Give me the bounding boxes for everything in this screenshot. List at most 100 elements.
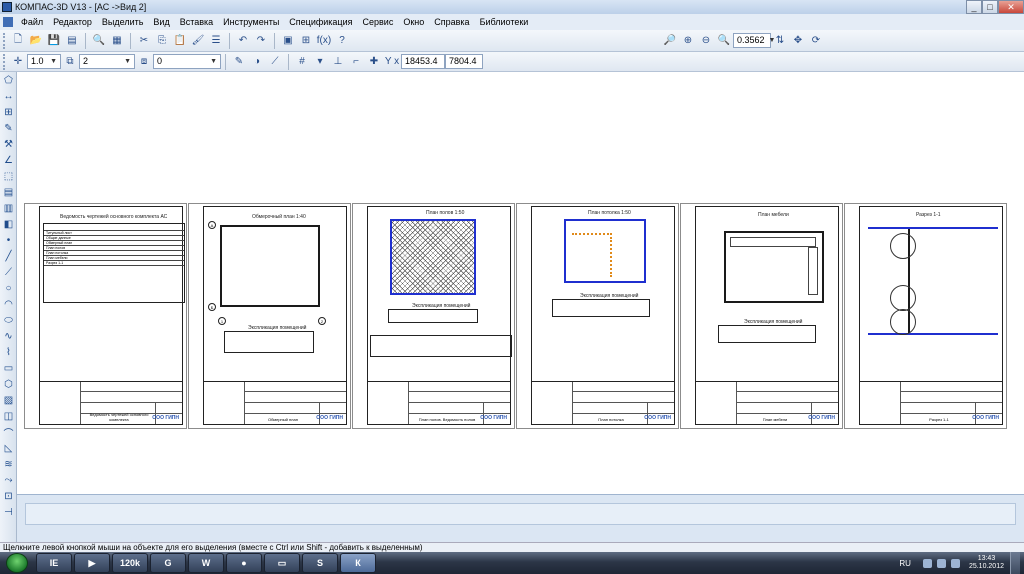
trim-icon[interactable]: ⊣ — [2, 506, 15, 519]
spline-icon[interactable]: ∿ — [2, 330, 15, 343]
menu-tools[interactable]: Инструменты — [218, 17, 284, 27]
context-help-icon[interactable]: ? — [334, 33, 350, 49]
maximize-button[interactable]: □ — [982, 0, 998, 14]
sheet-3[interactable]: План полов 1:50 Экспликация помещений Пл… — [352, 203, 515, 429]
open-icon[interactable]: 📂 — [28, 33, 44, 49]
ellipse-icon[interactable]: ⬭ — [2, 314, 15, 327]
break-icon[interactable]: ⤳ — [2, 474, 15, 487]
taskbar-app-120k[interactable]: 120k — [112, 553, 148, 573]
hammer-icon[interactable]: ⚒ — [2, 138, 15, 151]
snap-settings-icon[interactable]: ⟋ — [267, 54, 283, 70]
menu-service[interactable]: Сервис — [358, 17, 399, 27]
coord-x-field[interactable]: 18453.4 — [401, 54, 445, 69]
local-cs-icon[interactable]: ⊥ — [330, 54, 346, 70]
layer-field[interactable]: 2 ▼ — [79, 54, 135, 69]
taskbar-media-player[interactable]: ▶ — [74, 553, 110, 573]
arc-icon[interactable]: ◠ — [2, 298, 15, 311]
taskbar-chrome[interactable]: G — [150, 553, 186, 573]
show-desktop-button[interactable] — [1010, 552, 1020, 574]
toolbar-grip[interactable] — [3, 53, 6, 70]
menu-file[interactable]: Файл — [16, 17, 48, 27]
grid-icon[interactable]: # — [294, 54, 310, 70]
line-icon[interactable]: ╱ — [2, 250, 15, 263]
taskbar-word[interactable]: W — [188, 553, 224, 573]
zoom-window-icon[interactable]: 🔎 — [662, 33, 678, 49]
new-document-icon[interactable]: 🗋 — [10, 33, 26, 49]
menu-insert[interactable]: Вставка — [175, 17, 218, 27]
ortho-icon[interactable]: ⌐ — [348, 54, 364, 70]
zoom-scale-field[interactable]: 0.3562 ▼ — [733, 33, 775, 48]
spec-icon[interactable]: ▤ — [2, 186, 15, 199]
minimize-button[interactable]: _ — [966, 0, 982, 14]
reports-icon[interactable]: ▥ — [2, 202, 15, 215]
sheet-1[interactable]: Ведомость чертежей основного комплекта А… — [24, 203, 187, 429]
print-icon[interactable]: ▦ — [109, 33, 125, 49]
sheet-6[interactable]: Разрез 1-1 Разрез 1-1 ООО ГИПН — [844, 203, 1007, 429]
chamfer-icon[interactable]: ◺ — [2, 442, 15, 455]
chevron-down-icon[interactable]: ▼ — [124, 55, 131, 68]
taskbar-explorer[interactable]: ▭ — [264, 553, 300, 573]
pencil-icon[interactable]: ✎ — [231, 54, 247, 70]
point-icon[interactable]: • — [2, 234, 15, 247]
dropdown-arrow-icon[interactable]: ▾ — [312, 54, 328, 70]
fillet-icon[interactable]: ⌒ — [2, 426, 15, 440]
segment-icon[interactable]: ⟋ — [2, 266, 15, 279]
manager-icon[interactable]: ▣ — [280, 33, 296, 49]
round-icon[interactable]: ✚ — [366, 54, 382, 70]
zoom-out-icon[interactable]: ⊖ — [698, 33, 714, 49]
redo-icon[interactable]: ↷ — [253, 33, 269, 49]
menu-specification[interactable]: Спецификация — [284, 17, 357, 27]
polyline-icon[interactable]: ⌇ — [2, 346, 15, 359]
dimensions-icon[interactable]: ↔ — [2, 90, 15, 103]
edit-icon[interactable]: ✎ — [2, 122, 15, 135]
equidistant-icon[interactable]: ≋ — [2, 458, 15, 471]
menu-window[interactable]: Окно — [398, 17, 429, 27]
undo-icon[interactable]: ↶ — [235, 33, 251, 49]
variables-icon[interactable]: ⊞ — [298, 33, 314, 49]
tray-volume-icon[interactable] — [950, 558, 960, 568]
geometry-icon[interactable]: ⬠ — [2, 74, 15, 87]
style-icon[interactable]: ⧈ — [136, 54, 152, 70]
save-icon[interactable]: 💾 — [46, 33, 62, 49]
language-indicator[interactable]: RU — [899, 559, 911, 568]
menu-libraries[interactable]: Библиотеки — [475, 17, 534, 27]
document-icon[interactable] — [3, 17, 13, 27]
zoom-stepper-icon[interactable]: ⇅ — [772, 33, 788, 49]
contour-icon[interactable]: ◫ — [2, 410, 15, 423]
rectangle-icon[interactable]: ▭ — [2, 362, 15, 375]
circle-icon[interactable]: ○ — [2, 282, 15, 295]
coord-y-field[interactable]: 7804.4 — [445, 54, 483, 69]
sheet-5[interactable]: План мебели Экспликация помещений План м… — [680, 203, 843, 429]
refresh-icon[interactable]: ⟳ — [808, 33, 824, 49]
print-preview-icon[interactable]: 🔍 — [91, 33, 107, 49]
symbols-icon[interactable]: ⊞ — [2, 106, 15, 119]
tray-flag-icon[interactable] — [922, 558, 932, 568]
menu-view[interactable]: Вид — [148, 17, 174, 27]
taskbar-skype[interactable]: S — [302, 553, 338, 573]
properties-panel-content[interactable] — [25, 503, 1016, 525]
properties-icon[interactable]: ☰ — [208, 33, 224, 49]
magnet-snap-icon[interactable]: ◑ — [249, 54, 265, 70]
style-field[interactable]: 0 ▼ — [153, 54, 221, 69]
taskbar-ie[interactable]: IE — [36, 553, 72, 573]
close-button[interactable]: ✕ — [998, 0, 1024, 14]
cut-icon[interactable]: ✂ — [136, 33, 152, 49]
polygon-icon[interactable]: ⬡ — [2, 378, 15, 391]
sheet-4[interactable]: План потолка 1:50 Экспликация помещений … — [516, 203, 679, 429]
formula-icon[interactable]: f(x) — [316, 33, 332, 49]
toolbar-grip[interactable] — [3, 32, 6, 49]
measure-icon[interactable]: ∠ — [2, 154, 15, 167]
menu-help[interactable]: Справка — [429, 17, 474, 27]
menu-select[interactable]: Выделить — [97, 17, 149, 27]
chevron-down-icon[interactable]: ▼ — [50, 55, 57, 68]
start-button[interactable] — [6, 553, 28, 573]
hatch-icon[interactable]: ▨ — [2, 394, 15, 407]
menu-editor[interactable]: Редактор — [48, 17, 97, 27]
tray-network-icon[interactable] — [936, 558, 946, 568]
select-icon[interactable]: ⬚ — [2, 170, 15, 183]
taskbar-kompas[interactable]: К — [340, 553, 376, 573]
sheet-2[interactable]: Обмерочный план 1:40 А Б 1 2 Экспликация… — [188, 203, 351, 429]
zoom-all-icon[interactable]: 🔍 — [716, 33, 732, 49]
taskbar-app-orange[interactable]: ● — [226, 553, 262, 573]
paste-icon[interactable]: 📋 — [172, 33, 188, 49]
